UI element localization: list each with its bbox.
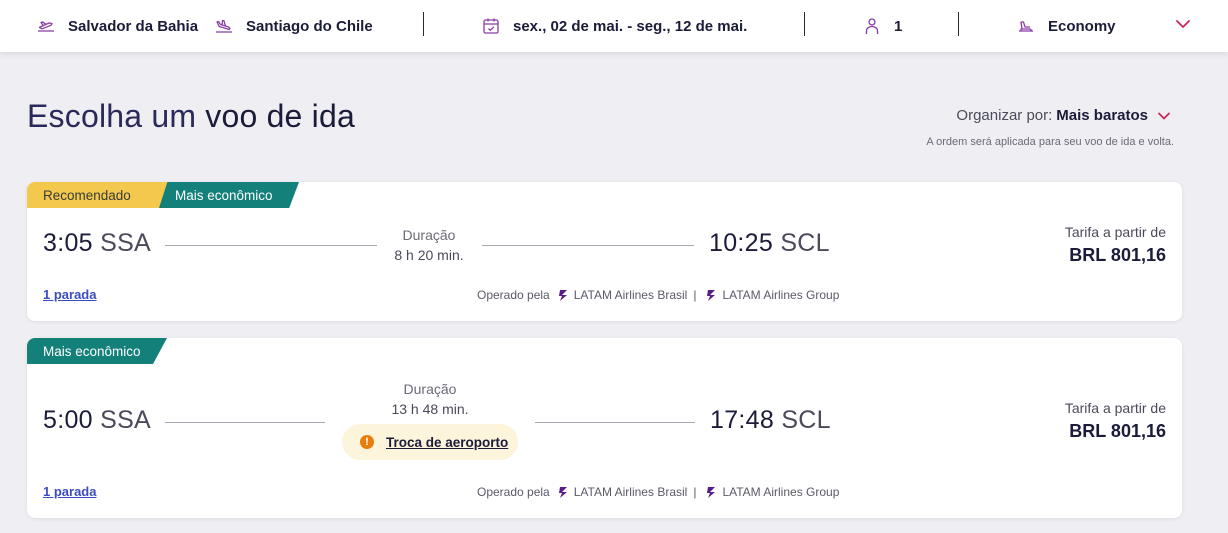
latam-logo-icon <box>707 487 716 498</box>
departure: 3:05 SSA <box>43 229 151 258</box>
calendar-icon <box>481 16 501 36</box>
departure-code: SSA <box>100 229 152 257</box>
dates-field[interactable]: sex., 02 de mai. - seg., 12 de mai. <box>481 0 747 52</box>
operated-by: Operado pela LATAM Airlines Brasil | LAT… <box>477 485 839 499</box>
airline-name: LATAM Airlines Group <box>722 288 840 302</box>
page-title-strong: voo de ida <box>205 98 355 134</box>
price-value: BRL 801,16 <box>1069 245 1166 265</box>
airline-name: LATAM Airlines Group <box>722 485 840 499</box>
airline-name: LATAM Airlines Brasil <box>573 485 688 499</box>
airport-change-link[interactable]: ! Troca de aeroporto <box>342 424 518 460</box>
dates-label: sex., 02 de mai. - seg., 12 de mai. <box>513 17 748 35</box>
person-icon <box>862 16 882 36</box>
airport-change-label: Troca de aeroporto <box>386 434 509 450</box>
operated-label: Operado pela <box>477 288 550 302</box>
airline: LATAM Airlines Group <box>706 485 839 499</box>
arrival-time: 10:25 <box>709 229 774 257</box>
page-title-prefix: Escolha um <box>27 98 197 134</box>
airline: LATAM Airlines Brasil <box>558 288 688 302</box>
arrival-code: SCL <box>781 406 831 434</box>
operated-by: Operado pela LATAM Airlines Brasil | LAT… <box>477 288 839 302</box>
stops-link[interactable]: 1 parada <box>43 287 96 302</box>
departure-time: 3:05 <box>43 229 93 257</box>
route-line <box>165 422 325 423</box>
passengers-field[interactable]: 1 <box>862 0 902 52</box>
cabin-label: Economy <box>1048 17 1116 35</box>
flight-card[interactable]: Recomendado Mais econômico 3:05 SSA Dura… <box>27 182 1182 321</box>
price-label: Tarifa a partir de <box>1064 224 1166 240</box>
operated-label: Operado pela <box>477 485 550 499</box>
cabin-field[interactable]: Economy <box>1016 0 1116 52</box>
sort-label: Organizar por: <box>956 107 1053 124</box>
latam-logo-icon <box>558 290 567 301</box>
divider: | <box>693 288 697 302</box>
destination-label: Santiago do Chile <box>246 17 373 35</box>
sort-value: Mais baratos <box>1056 107 1148 124</box>
separator <box>423 12 424 36</box>
seat-icon <box>1016 16 1036 36</box>
separator <box>958 12 959 36</box>
arrival-time: 17:48 <box>710 406 775 434</box>
price-label: Tarifa a partir de <box>1064 400 1166 416</box>
search-summary-bar: Salvador da Bahia Santiago do Chile sex.… <box>0 0 1228 52</box>
sort-dropdown[interactable]: Organizar por: Mais baratos <box>956 107 1172 124</box>
warning-icon: ! <box>360 435 374 449</box>
airline-name: LATAM Airlines Brasil <box>573 288 688 302</box>
price-value: BRL 801,16 <box>1069 421 1166 441</box>
arrival: 10:25 SCL <box>709 229 830 258</box>
origin-field[interactable]: Salvador da Bahia <box>36 0 198 52</box>
route-line <box>165 245 377 246</box>
duration-label: Duração <box>402 227 456 243</box>
chevron-down-icon <box>1158 112 1170 119</box>
latam-logo-icon <box>707 290 716 301</box>
departure: 5:00 SSA <box>43 406 151 435</box>
departure-code: SSA <box>100 406 152 434</box>
separator <box>804 12 805 36</box>
origin-label: Salvador da Bahia <box>68 17 199 35</box>
passengers-count: 1 <box>894 17 903 35</box>
departure-time: 5:00 <box>43 406 93 434</box>
airline: LATAM Airlines Group <box>706 288 839 302</box>
duration-value: 13 h 48 min. <box>391 401 469 417</box>
latam-logo-icon <box>558 487 567 498</box>
landing-icon <box>214 16 234 36</box>
duration-label: Duração <box>403 381 457 397</box>
duration-value: 8 h 20 min. <box>394 247 464 263</box>
stops-link[interactable]: 1 parada <box>43 484 96 499</box>
airline: LATAM Airlines Brasil <box>558 485 688 499</box>
divider: | <box>693 485 697 499</box>
page-title: Escolha um voo de ida <box>27 98 355 135</box>
sort-note: A ordem será aplicada para seu voo de id… <box>926 136 1174 148</box>
route-line <box>482 245 694 246</box>
flight-card[interactable]: Mais econômico 5:00 SSA Duração 13 h 48 … <box>27 338 1182 518</box>
chevron-down-icon[interactable] <box>1173 14 1193 34</box>
arrival: 17:48 SCL <box>710 406 831 435</box>
economic-badge: Mais econômico <box>27 338 167 364</box>
recommended-badge: Recomendado <box>27 182 169 208</box>
arrival-code: SCL <box>780 229 830 257</box>
route-line <box>535 422 695 423</box>
takeoff-icon <box>36 16 56 36</box>
economic-badge: Mais econômico <box>159 182 299 208</box>
destination-field[interactable]: Santiago do Chile <box>214 0 373 52</box>
